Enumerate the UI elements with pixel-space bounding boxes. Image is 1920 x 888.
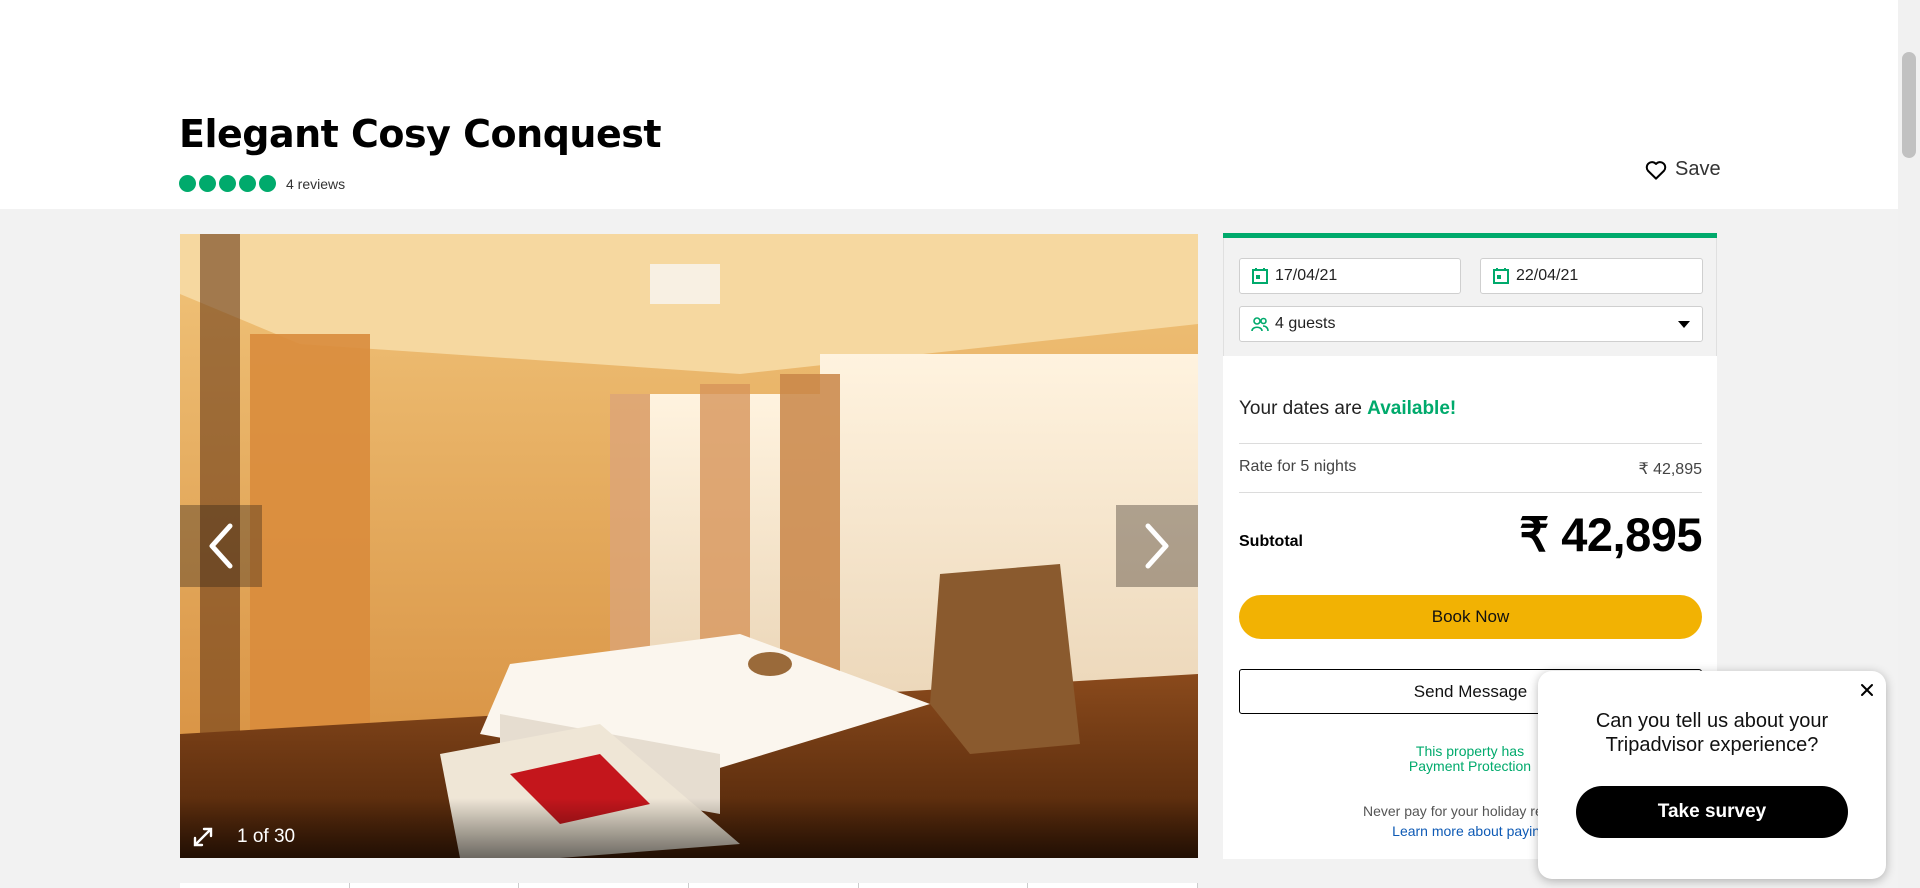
rate-label: Rate for 5 nights (1239, 458, 1357, 475)
tab[interactable] (689, 883, 859, 888)
survey-popup: Can you tell us about your Tripadvisor e… (1538, 671, 1886, 879)
chevron-right-icon (1145, 523, 1169, 569)
photo-gallery[interactable]: 1 of 30 (180, 234, 1198, 858)
take-survey-button[interactable]: Take survey (1576, 786, 1848, 838)
close-glyph (1861, 684, 1873, 696)
book-now-button[interactable]: Book Now (1239, 595, 1702, 639)
rating-bubble (179, 175, 196, 192)
survey-question: Can you tell us about your Tripadvisor e… (1595, 710, 1829, 756)
checkin-date-value: 17/04/21 (1275, 267, 1338, 284)
rating[interactable]: 4 reviews (179, 175, 345, 192)
tab[interactable] (859, 883, 1029, 888)
next-photo-button[interactable] (1116, 505, 1198, 587)
chevron-down-icon (1678, 321, 1690, 328)
close-icon[interactable] (1860, 681, 1874, 701)
reviews-link[interactable]: 4 reviews (286, 176, 345, 192)
availability-status: Available! (1367, 398, 1457, 419)
availability-prefix: Your dates are (1239, 398, 1368, 419)
checkout-date-field[interactable]: 22/04/21 (1480, 258, 1703, 294)
rate-value: ₹ 42,895 (1638, 461, 1702, 478)
photo-counter: 1 of 30 (237, 826, 296, 847)
heart-icon (1645, 160, 1667, 180)
checkout-date-value: 22/04/21 (1516, 267, 1579, 284)
subtotal-label: Subtotal (1239, 533, 1303, 550)
save-label: Save (1675, 158, 1721, 180)
tab[interactable] (519, 883, 690, 888)
rating-bubble (239, 175, 256, 192)
tab[interactable] (1028, 883, 1199, 888)
tab[interactable] (180, 883, 350, 888)
guests-icon (1251, 317, 1269, 332)
guests-value: 4 guests (1275, 315, 1336, 332)
calendar-icon (1252, 268, 1268, 284)
booking-inputs: 17/04/21 22/04/21 4 guests (1223, 238, 1717, 356)
subtotal-value: ₹ 42,895 (1519, 508, 1702, 561)
availability-message: Your dates are Available! (1239, 398, 1456, 420)
previous-photo-button[interactable] (180, 505, 262, 587)
guests-select[interactable]: 4 guests (1239, 306, 1703, 342)
calendar-icon (1493, 268, 1509, 284)
rating-bubble (259, 175, 276, 192)
page-scrollbar[interactable] (1898, 0, 1920, 888)
listing-title: Elegant Cosy Conquest (179, 112, 662, 156)
rating-bubble (199, 175, 216, 192)
scrollbar-thumb[interactable] (1902, 52, 1916, 158)
section-tabs (180, 883, 1199, 888)
rating-bubble (219, 175, 236, 192)
divider (1239, 443, 1702, 444)
gallery-footer-shade (180, 798, 1198, 858)
expand-icon[interactable] (192, 826, 214, 848)
room-photo (180, 234, 1198, 858)
tab[interactable] (350, 883, 520, 888)
divider (1239, 492, 1702, 493)
checkin-date-field[interactable]: 17/04/21 (1239, 258, 1461, 294)
chevron-left-icon (209, 523, 233, 569)
save-button[interactable]: Save (1645, 158, 1721, 181)
